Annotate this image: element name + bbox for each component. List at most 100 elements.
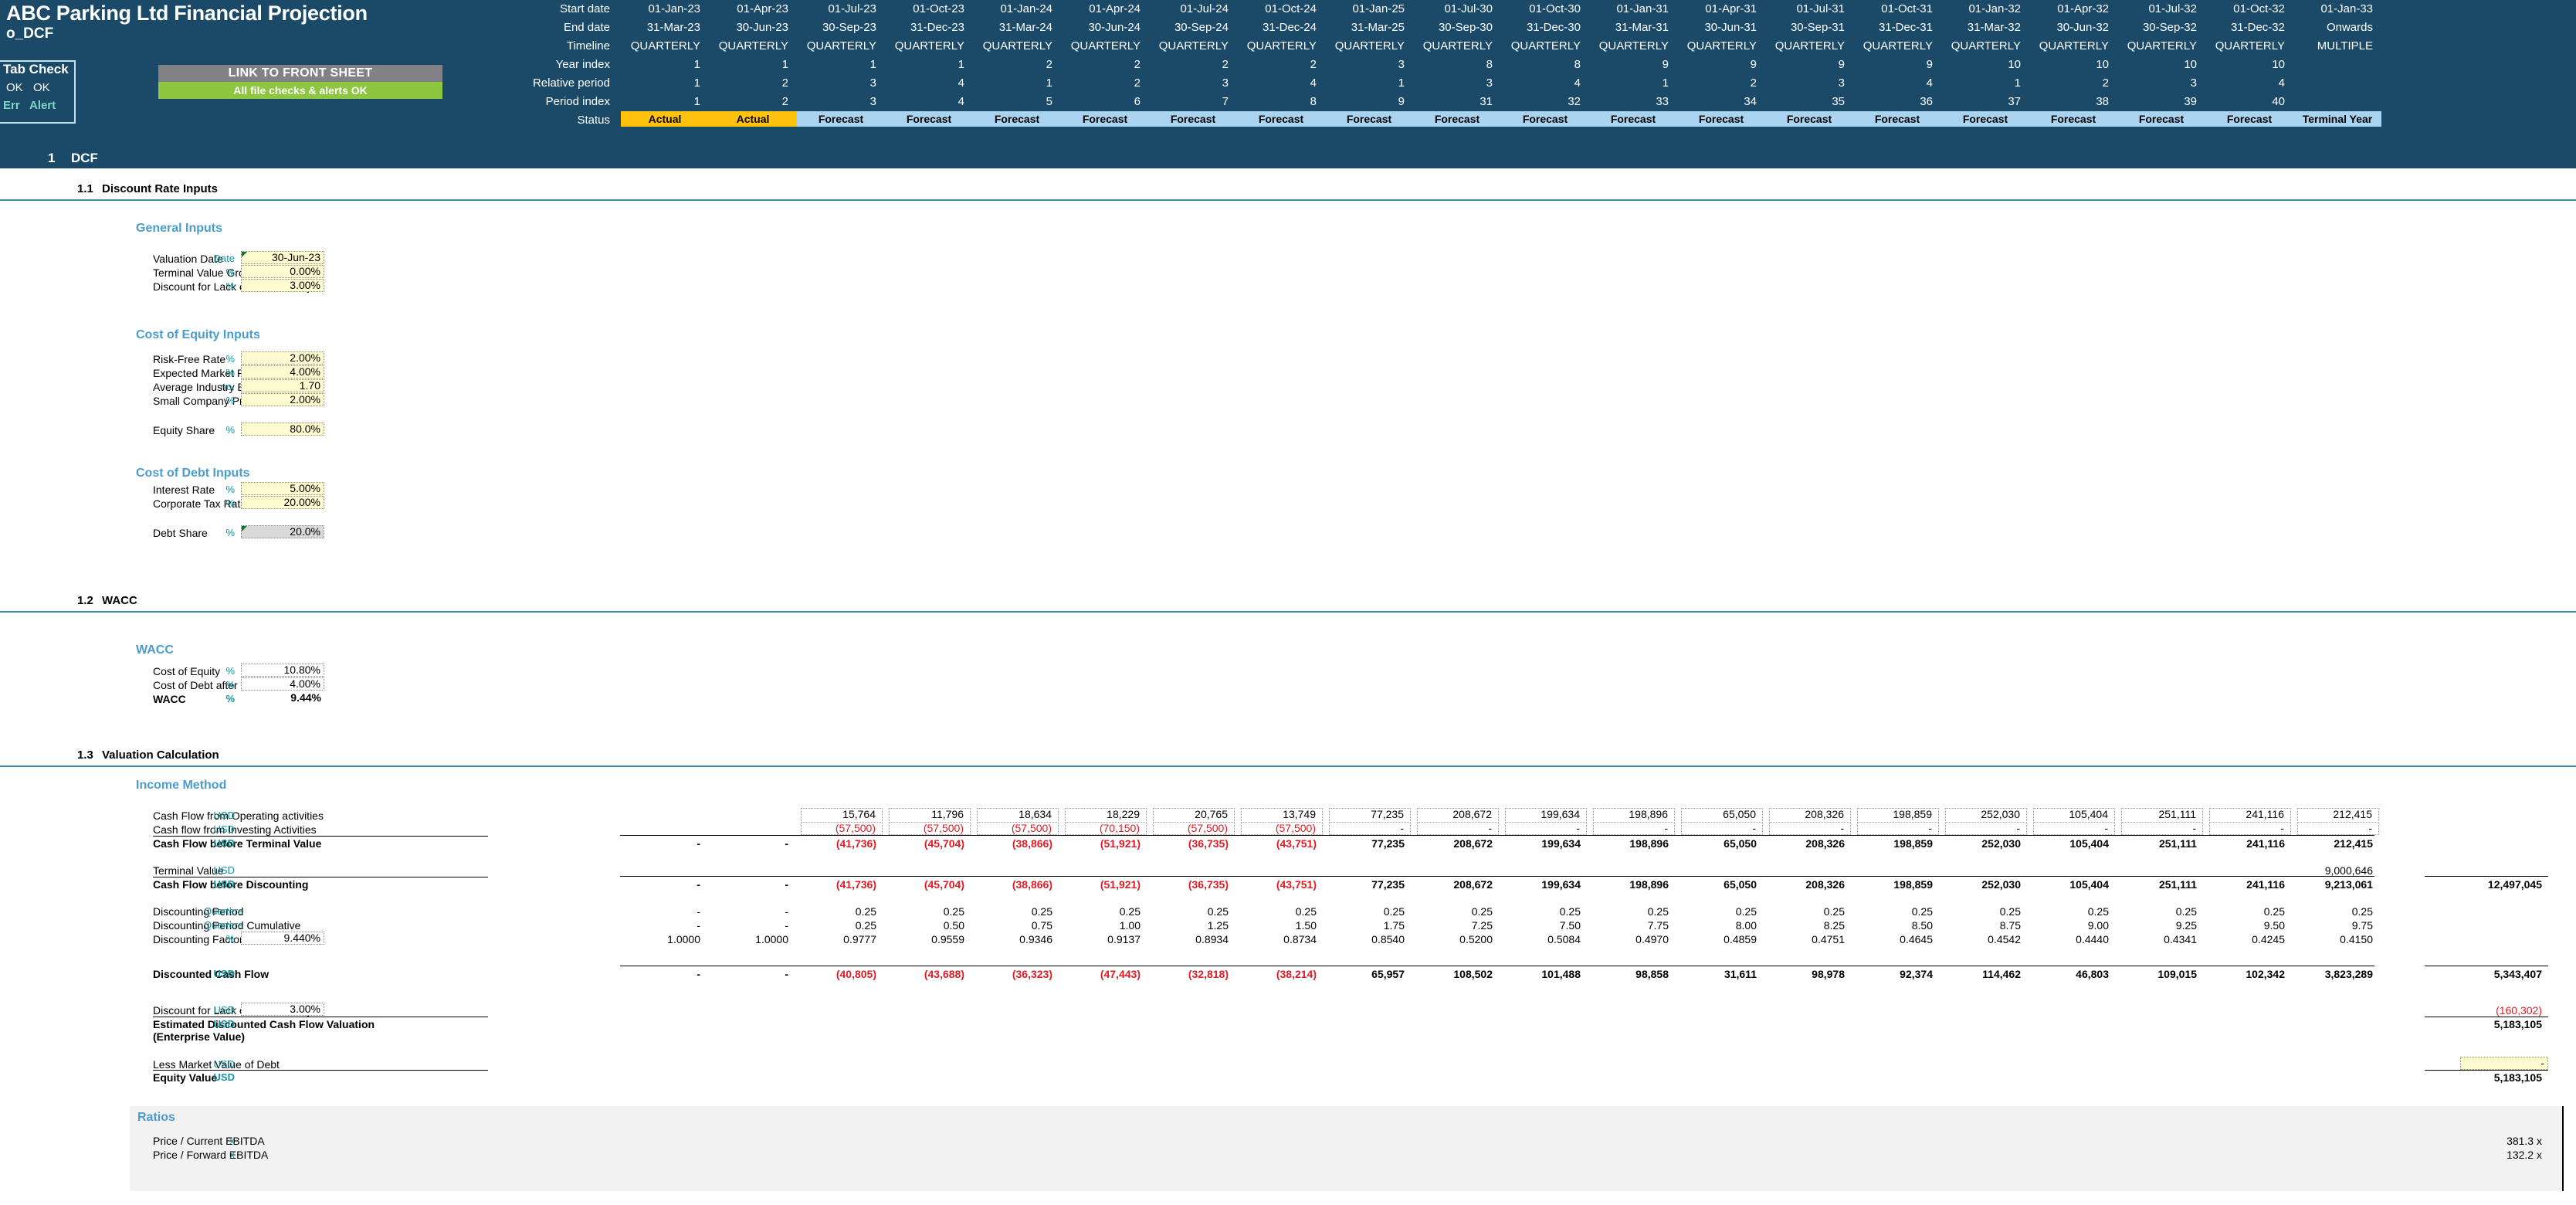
timeline-cell-year_index: 1: [693, 58, 700, 71]
disc-factor-cell: 0.9137: [1107, 933, 1141, 945]
disc-period-cell: 0.25: [1031, 905, 1052, 918]
timeline-cell-period_index: 35: [1832, 95, 1845, 108]
timeline-cell-relative_period: 2: [1750, 76, 1757, 90]
discounted-cf-cell: 92,374: [1900, 968, 1933, 980]
cod-input-0-input[interactable]: 5.00%: [241, 482, 324, 495]
terminal-value-cell: 9,000,646: [2324, 864, 2373, 877]
file-checks-alerts-status[interactable]: All file checks & alerts OK: [158, 82, 442, 99]
cf-before-disc-cell: (41,736): [836, 878, 876, 891]
header-band: ABC Parking Ltd Financial Projection o_D…: [0, 0, 2576, 147]
cfi-cell: (57,500): [801, 822, 883, 835]
cfi-cell: -: [1857, 822, 1939, 835]
cfo-cell: 15,764: [801, 808, 883, 821]
debt-share-unit: %: [225, 527, 235, 538]
cf-before-tv-cell: 212,415: [2334, 837, 2373, 850]
disc-period-cell: 0.25: [2087, 905, 2109, 918]
timeline-cell-end_date: 31-Mar-31: [1615, 21, 1669, 34]
disc-period-cum-cell: 1.25: [1207, 919, 1229, 932]
subsection-1-1-rule: [0, 199, 2576, 201]
wacc-row-2-unit: %: [225, 693, 235, 704]
subsection-1-2-title: WACC: [102, 594, 137, 607]
coe-input-0-input[interactable]: 2.00%: [241, 351, 324, 365]
status-cell-forecast: Forecast: [1325, 111, 1413, 127]
disc-factor-cell: 0.4645: [1900, 933, 1933, 945]
equity-share-input[interactable]: 80.0%: [241, 423, 324, 436]
coe-input-2-input[interactable]: 1.70: [241, 379, 324, 392]
timeline-cell-period_index: 8: [1310, 95, 1317, 108]
cfi-cell: (57,500): [889, 822, 971, 835]
less-market-value-debt-input[interactable]: -: [2460, 1057, 2548, 1070]
subsection-1-1-title: Discount Rate Inputs: [102, 182, 219, 195]
timeline-cell-start_date: 01-Jan-32: [1968, 2, 2021, 15]
timeline-cell-start_date: 01-Jan-33: [2320, 2, 2373, 15]
link-to-front-sheet-button[interactable]: LINK TO FRONT SHEET: [158, 65, 442, 82]
timeline-cell-end_date: 30-Jun-23: [736, 21, 788, 34]
general-input-0-input[interactable]: 30-Jun-23: [241, 251, 324, 264]
timeline-cell-start_date: 01-Jul-32: [2148, 2, 2197, 15]
label-underline-3: [153, 1070, 488, 1071]
timeline-cell-timeline: QUARTERLY: [2215, 39, 2285, 53]
valuation-unit-4: USD: [213, 878, 235, 890]
general-input-1-input[interactable]: 0.00%: [241, 265, 324, 278]
valuation-unit-7: %: [225, 933, 235, 945]
subsection-1-3-number: 1.3: [77, 748, 93, 762]
timeline-cell-timeline: QUARTERLY: [718, 39, 788, 53]
timeline-cell-period_index: 4: [958, 95, 964, 108]
general-inputs-heading: General Inputs: [136, 222, 223, 235]
timeline-cell-timeline: QUARTERLY: [1774, 39, 1845, 53]
valuation-label-10: Estimated Discounted Cash Flow Valuation: [153, 1018, 375, 1030]
cod-input-1-input[interactable]: 20.00%: [241, 496, 324, 509]
timeline-cell-year_index: 10: [2184, 58, 2197, 71]
cf-before-tv-cell: (36,735): [1188, 837, 1229, 850]
timeline-cell-relative_period: 2: [2102, 76, 2109, 90]
disc-factor-cell: 0.8540: [1371, 933, 1405, 945]
cf-before-disc-cell: 198,896: [1629, 878, 1669, 891]
discounted-cf-cell: (38,214): [1276, 968, 1317, 980]
timeline-cell-year_index: 1: [869, 58, 876, 71]
cf-before-tv-cell: -: [785, 837, 788, 850]
cost-of-debt-heading: Cost of Debt Inputs: [136, 467, 250, 480]
timeline-cell-end_date: 31-Dec-31: [1878, 21, 1933, 34]
timeline-cell-timeline: QUARTERLY: [1246, 39, 1317, 53]
coe-input-1-unit: %: [225, 367, 235, 378]
discounted-cf-cell: (32,818): [1188, 968, 1229, 980]
valuation-label-0: Cash Flow from Operating activities: [153, 810, 324, 822]
timeline-cell-period_index: 39: [2184, 95, 2197, 108]
valuation-unit-1: USD: [213, 823, 235, 835]
coe-input-3-input[interactable]: 2.00%: [241, 393, 324, 406]
valuation-label-2: Cash Flow before Terminal Value: [153, 837, 322, 850]
general-input-0-unit: Date: [213, 253, 235, 264]
coe-input-1-input[interactable]: 4.00%: [241, 365, 324, 378]
disc-period-cell: -: [785, 905, 788, 918]
disc-period-cell: 0.25: [1647, 905, 1669, 918]
timeline-cell-year_index: 10: [2272, 58, 2285, 71]
timeline-cell-start_date: 01-Jan-23: [648, 2, 700, 15]
timeline-cell-timeline: MULTIPLE: [2317, 39, 2373, 53]
cf-before-disc-cell: 208,672: [1453, 878, 1493, 891]
disc-period-cum-cell: 9.25: [2175, 919, 2197, 932]
disc-factor-cell: 0.4751: [1812, 933, 1845, 945]
disc-period-cum-cell: -: [785, 919, 788, 932]
cf-before-disc-cell: (38,866): [1012, 878, 1052, 891]
cf-before-disc-cell: -: [785, 878, 788, 891]
status-cell-forecast: Forecast: [2029, 111, 2117, 127]
timeline-cell-start_date: 01-Apr-24: [1089, 2, 1141, 15]
wacc-row-1-value: 4.00%: [241, 677, 324, 691]
disc-period-cell: 0.25: [855, 905, 876, 918]
cf-before-disc-cell: 65,050: [1724, 878, 1757, 891]
disc-factor-cell: 0.5200: [1459, 933, 1493, 945]
timeline-cell-end_date: 30-Sep-24: [1174, 21, 1229, 34]
status-cell-forecast: Forecast: [1589, 111, 1677, 127]
cf-before-tv-cell: 208,326: [1805, 837, 1845, 850]
disc-period-cum-cell: 7.50: [1559, 919, 1581, 932]
cf-before-tv-cell: 198,859: [1893, 837, 1933, 850]
total-cf-before-disc: 12,497,045: [2487, 878, 2542, 891]
general-input-2-input[interactable]: 3.00%: [241, 279, 324, 292]
ratios-panel: [130, 1106, 2564, 1191]
cfo-cell: 251,111: [2121, 808, 2203, 821]
cf-before-tv-cell: 199,634: [1541, 837, 1581, 850]
cod-input-0-unit: %: [225, 484, 235, 495]
valuation-unit-2: USD: [213, 837, 235, 849]
disc-period-cum-cell: 0.25: [855, 919, 876, 932]
timeline-cell-relative_period: 2: [1134, 76, 1141, 90]
